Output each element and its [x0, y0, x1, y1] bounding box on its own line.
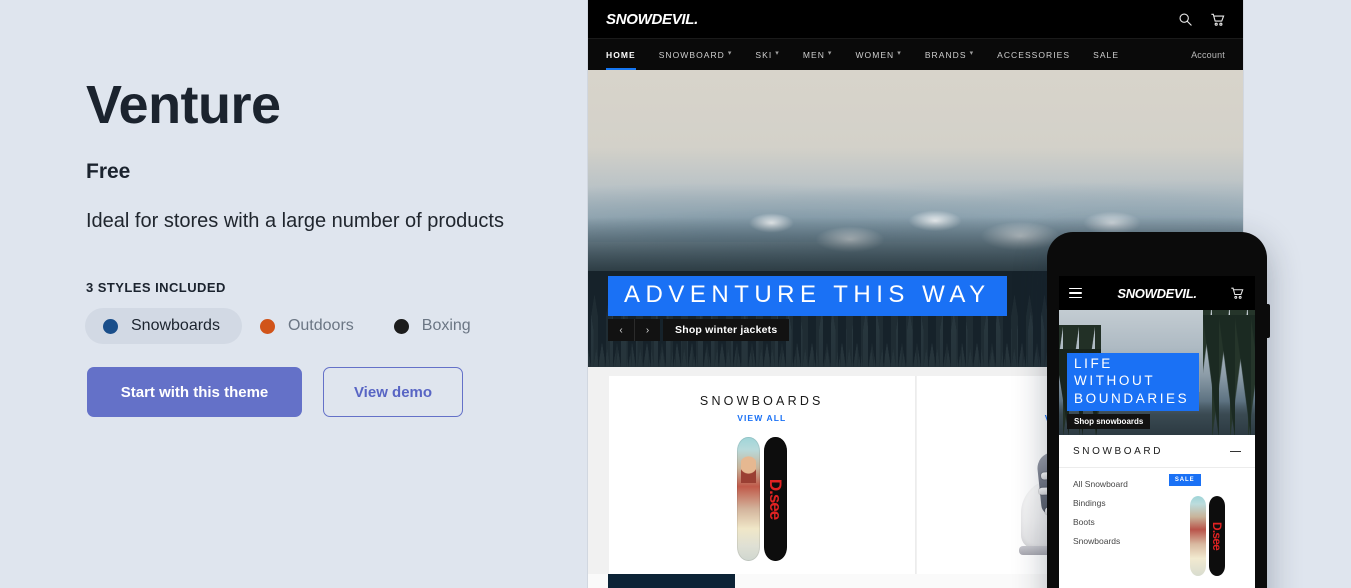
phone-screen: SNOWDEVIL. LIFE WITHOUT BOUNDARIES Shop … [1059, 276, 1255, 588]
mobile-hero-banner: LIFE WITHOUT BOUNDARIES Shop snowboards [1059, 310, 1255, 435]
mobile-store-header: SNOWDEVIL. [1059, 276, 1255, 310]
style-option-outdoors[interactable]: Outdoors [242, 308, 376, 344]
slider-next-icon[interactable]: › [634, 319, 660, 341]
nav-item-men[interactable]: MEN ▾ [803, 39, 833, 71]
mobile-subnav-item[interactable]: Boots [1073, 517, 1161, 527]
style-option-boxing[interactable]: Boxing [376, 308, 493, 344]
mobile-snowboard-image: D.see [1161, 474, 1255, 576]
mobile-panel-header[interactable]: SNOWBOARD [1059, 435, 1255, 468]
nav-label-home: HOME [606, 49, 636, 60]
slider-prev-icon[interactable]: ‹ [608, 319, 634, 341]
chevron-down-icon: ▾ [827, 49, 833, 57]
store-logo: SNOWDEVIL. [606, 10, 699, 28]
chevron-down-icon: ▾ [969, 49, 975, 57]
mobile-hero-trees-right [1203, 310, 1255, 435]
mobile-snowboard-dsee-board: D.see [1209, 496, 1226, 576]
mobile-theme-preview[interactable]: SNOWDEVIL. LIFE WITHOUT BOUNDARIES Shop … [1047, 232, 1270, 588]
start-with-theme-button[interactable]: Start with this theme [87, 367, 302, 418]
hamburger-icon[interactable] [1069, 287, 1082, 299]
theme-price: Free [86, 160, 131, 184]
mobile-subnav-item[interactable]: Bindings [1073, 498, 1161, 508]
nav-item-sale[interactable]: SALE [1093, 39, 1119, 71]
minus-icon[interactable] [1230, 450, 1241, 453]
style-swatch-snowboards [103, 318, 118, 334]
nav-item-home[interactable]: HOME [606, 39, 636, 71]
store-header: SNOWDEVIL. [588, 0, 1243, 38]
nav-item-snowboard[interactable]: SNOWBOARD ▾ [659, 39, 733, 71]
styles-included-label: 3 STYLES INCLUDED [86, 280, 226, 296]
mobile-panel-body: All Snowboard Bindings Boots Snowboards … [1059, 468, 1255, 576]
status-badge: SALE [1168, 474, 1201, 486]
view-demo-button[interactable]: View demo [323, 367, 463, 418]
phone-side-button [1267, 304, 1270, 338]
mobile-hero-caption: LIFE WITHOUT BOUNDARIES Shop snowboards [1067, 352, 1199, 429]
style-selector: Snowboards Outdoors Boxing [85, 308, 546, 345]
nav-label-snowboard: SNOWBOARD [658, 49, 725, 60]
chevron-down-icon: ▾ [897, 49, 902, 57]
mobile-panel-title: SNOWBOARD [1073, 446, 1164, 457]
style-label-outdoors: Outdoors [287, 317, 354, 335]
store-navigation: HOME SNOWBOARD ▾ SKI ▾ MEN ▾ WOMEN ▾ BRA… [588, 38, 1243, 71]
style-option-snowboards[interactable]: Snowboards [85, 308, 242, 345]
cart-icon[interactable] [1230, 286, 1245, 301]
nav-label-accessories: ACCESSORIES [997, 49, 1071, 60]
snowboard-graphic-board [736, 437, 760, 561]
mobile-subnav-item[interactable]: All Snowboard [1073, 479, 1161, 489]
nav-label-men: MEN [802, 49, 825, 60]
nav-item-account[interactable]: Account [1191, 50, 1225, 60]
mobile-hero-cta-button[interactable]: Shop snowboards [1067, 414, 1151, 429]
nav-label-ski: SKI [755, 49, 773, 60]
chevron-down-icon: ▾ [775, 49, 780, 57]
mobile-store-logo: SNOWDEVIL. [1117, 285, 1197, 301]
cart-icon[interactable] [1210, 12, 1225, 27]
style-swatch-boxing [393, 318, 409, 334]
hero-slider-controls: ‹ › Shop winter jackets [608, 319, 1007, 341]
theme-description: Ideal for stores with a large number of … [86, 210, 504, 233]
action-buttons: Start with this theme View demo [87, 367, 546, 418]
mobile-product-card[interactable]: SALE D.see [1161, 468, 1255, 576]
mobile-hero-headline: LIFE WITHOUT BOUNDARIES [1067, 352, 1199, 411]
hero-cta-button[interactable]: Shop winter jackets [663, 319, 790, 341]
style-label-snowboards: Snowboards [131, 317, 220, 335]
search-icon[interactable] [1178, 12, 1193, 27]
hero-caption: ADVENTURE THIS WAY ‹ › Shop winter jacke… [608, 276, 1007, 341]
nav-label-brands: BRANDS [924, 49, 967, 60]
preview-bottom-dark-block [608, 574, 735, 588]
mobile-menu-panel: SNOWBOARD All Snowboard Bindings Boots S… [1059, 435, 1255, 576]
theme-info-panel: Venture Free Ideal for stores with a lar… [85, 75, 546, 418]
snowboard-product-image: D.see [609, 437, 915, 562]
nav-label-women: WOMEN [855, 49, 895, 60]
nav-item-brands[interactable]: BRANDS ▾ [925, 39, 974, 71]
mobile-snowboard-graphic-board [1190, 496, 1207, 576]
style-swatch-outdoors [259, 318, 275, 334]
mobile-subnav-list: All Snowboard Bindings Boots Snowboards [1059, 468, 1161, 576]
nav-label-sale: SALE [1093, 49, 1120, 60]
chevron-down-icon: ▾ [727, 49, 733, 57]
hero-headline: ADVENTURE THIS WAY [608, 276, 1007, 316]
theme-detail-page: Venture Free Ideal for stores with a lar… [0, 0, 1351, 588]
collection-viewall-snowboards[interactable]: VIEW ALL [609, 413, 915, 423]
nav-item-women[interactable]: WOMEN ▾ [855, 39, 901, 71]
style-label-boxing: Boxing [421, 317, 471, 335]
store-header-icons [1178, 12, 1225, 27]
collection-title-snowboards: SNOWBOARDS [699, 394, 824, 408]
page-title: Venture [86, 75, 281, 135]
collection-card-snowboards[interactable]: SNOWBOARDS VIEW ALL D.see [609, 376, 916, 576]
nav-item-accessories[interactable]: ACCESSORIES [997, 39, 1070, 71]
mobile-subnav-item[interactable]: Snowboards [1073, 536, 1161, 546]
snowboard-dsee-board: D.see [763, 437, 787, 561]
nav-item-ski[interactable]: SKI ▾ [755, 39, 779, 71]
